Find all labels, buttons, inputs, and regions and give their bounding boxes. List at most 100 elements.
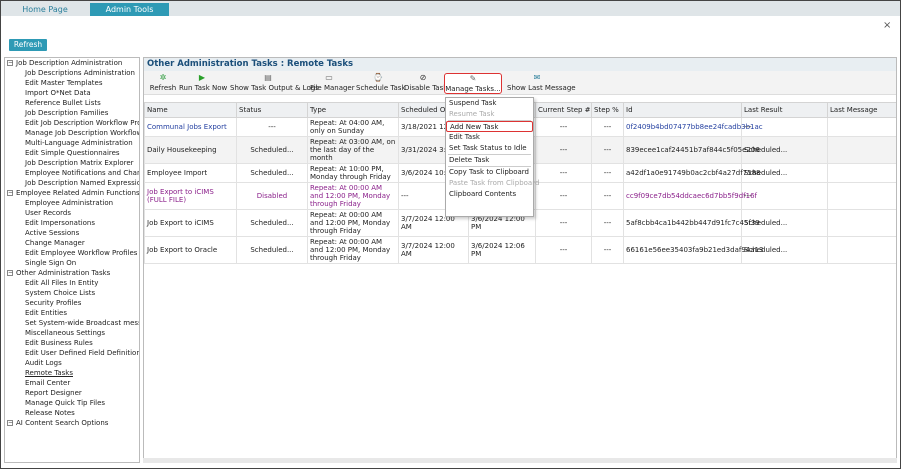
table-cell: 5af8cbb4ca1b442bb447d91fc7c45f39	[623, 209, 760, 237]
tab-admin-tools[interactable]: Admin Tools	[90, 3, 169, 16]
tree-item[interactable]: Single Sign On	[5, 258, 139, 268]
tree-item[interactable]: User Records	[5, 208, 139, 218]
play-icon: ▶	[198, 73, 206, 82]
column-header[interactable]: Type	[307, 102, 399, 118]
toolbar-button[interactable]: ✉ Show Last Message	[507, 73, 576, 94]
table-cell: ---	[591, 117, 624, 137]
toolbar-button-label: File Manager	[310, 84, 355, 92]
menu-item[interactable]: Edit Task	[446, 132, 533, 143]
menu-item[interactable]: Clipboard Contents	[446, 189, 533, 200]
table-cell: Daily Housekeeping	[144, 136, 237, 164]
tree-item[interactable]: Edit Impersonations	[5, 218, 139, 228]
table-cell	[827, 163, 896, 183]
tree-item[interactable]: Job Description Families	[5, 108, 139, 118]
disable-icon: ⊘	[419, 73, 427, 82]
refresh-icon: ✲	[159, 73, 167, 82]
table-cell: 3/6/2024 12:06 PM	[468, 236, 536, 264]
log-icon: ▤	[264, 73, 272, 82]
table-cell: Repeat: At 00:00 AM and 12:00 PM, Monday…	[307, 182, 399, 210]
collapse-toggle-icon[interactable]: −	[7, 420, 13, 426]
table-cell: ---	[591, 182, 624, 210]
column-header[interactable]: Last Message	[827, 102, 896, 118]
admin-tree: − Job Description Administration Job Descr…	[4, 57, 140, 463]
tree-item[interactable]: Edit Employee Workflow Profiles	[5, 248, 139, 258]
tree-item[interactable]: Edit Master Templates	[5, 78, 139, 88]
tree-item[interactable]: Edit Job Description Workflow Profiles	[5, 118, 139, 128]
column-header[interactable]: Id	[623, 102, 742, 118]
table-cell	[827, 236, 896, 264]
tree-item[interactable]: Manage Quick Tip Files	[5, 398, 139, 408]
table-cell: 3/7/2024 12:00 AM	[398, 236, 469, 264]
table-cell: Job Export to Oracle	[144, 236, 237, 264]
tree-item[interactable]: Job Description Matrix Explorer	[5, 158, 139, 168]
tree-item[interactable]: Set System-wide Broadcast message	[5, 318, 139, 328]
tree-item[interactable]: Job Description Named Expressions	[5, 178, 139, 188]
toolbar-button[interactable]: ⌚ Schedule Task	[356, 73, 406, 94]
tree-group-label: Employee Related Admin Functions	[16, 189, 140, 197]
tree-item[interactable]: Employee Notifications and Change	[5, 168, 139, 178]
message-icon: ✉	[533, 73, 541, 82]
collapse-toggle-icon[interactable]: −	[7, 190, 13, 196]
table-cell	[827, 136, 896, 164]
column-header[interactable]: Name	[144, 102, 237, 118]
refresh-button[interactable]: Refresh	[9, 39, 47, 51]
menu-item[interactable]: Delete Task	[446, 155, 533, 166]
tree-item[interactable]: Miscellaneous Settings	[5, 328, 139, 338]
tree-item[interactable]: Release Notes	[5, 408, 139, 418]
table-cell: ---	[535, 182, 592, 210]
tree-item[interactable]: Email Center	[5, 378, 139, 388]
tree-group[interactable]: − Employee Related Admin Functions	[5, 188, 139, 198]
tree-item[interactable]: Audit Logs	[5, 358, 139, 368]
table-cell: Scheduled...	[236, 236, 308, 264]
table-cell: ---	[535, 236, 592, 264]
menu-item[interactable]: Copy Task to Clipboard	[446, 167, 533, 178]
toolbar-button[interactable]: ▤ Show Task Output & Logs	[230, 73, 319, 94]
tree-group[interactable]: − Other Administration Tasks	[5, 268, 139, 278]
tree-item[interactable]: Multi-Language Administration	[5, 138, 139, 148]
toolbar-button-label: Run Task Now	[179, 84, 228, 92]
table-cell: 839ecee1caf24451b7af844c5f05e206	[623, 136, 760, 164]
tree-item[interactable]: Edit Entities	[5, 308, 139, 318]
column-header[interactable]: Last Result	[741, 102, 828, 118]
column-header[interactable]: Current Step #	[535, 102, 592, 118]
toolbar-button-label: Refresh	[149, 84, 177, 92]
collapse-toggle-icon[interactable]: −	[7, 270, 13, 276]
column-header[interactable]: Step %	[591, 102, 624, 118]
tree-item[interactable]: Job Descriptions Administration	[5, 68, 139, 78]
tree-item[interactable]: Reference Bullet Lists	[5, 98, 139, 108]
table-cell: Scheduled...	[236, 209, 308, 237]
tree-item[interactable]: Edit Business Rules	[5, 338, 139, 348]
toolbar-button[interactable]: ▶ Run Task Now	[179, 73, 228, 94]
tree-item[interactable]: Edit All Files In Entity	[5, 278, 139, 288]
collapse-toggle-icon[interactable]: −	[7, 60, 13, 66]
tree-item[interactable]: Employee Administration	[5, 198, 139, 208]
tree-item[interactable]: Security Profiles	[5, 298, 139, 308]
toolbar-button[interactable]: ✎ Manage Tasks...	[444, 73, 502, 94]
table-cell: 66161e56ee35403fa9b21ed3daf94a13	[623, 236, 763, 264]
table-cell: Repeat: At 03:00 AM, on the last day of …	[307, 136, 399, 164]
menu-item[interactable]: Add New Task	[446, 121, 533, 132]
table-cell: Scheduled...	[741, 236, 828, 264]
tree-item[interactable]: Active Sessions	[5, 228, 139, 238]
tree-item[interactable]: Change Manager	[5, 238, 139, 248]
menu-item[interactable]: Set Task Status to Idle	[446, 143, 533, 154]
tree-item[interactable]: Manage Job Description Workflows	[5, 128, 139, 138]
tree-item[interactable]: Edit User Defined Field Definitions	[5, 348, 139, 358]
toolbar-button[interactable]: ✲ Refresh	[148, 73, 178, 94]
tree-item[interactable]: Edit Simple Questionnaires	[5, 148, 139, 158]
tree-item[interactable]: System Choice Lists	[5, 288, 139, 298]
table-row[interactable]: Job Export to Oracle Scheduled... Repeat: …	[144, 236, 896, 264]
menu-item[interactable]: Suspend Task	[446, 98, 533, 109]
toolbar-button-label: Manage Tasks...	[445, 85, 501, 93]
tree-group[interactable]: − Job Description Administration	[5, 58, 139, 68]
horizontal-scrollbar[interactable]	[143, 458, 897, 463]
tab-home-page[interactable]: Home Page	[9, 3, 81, 16]
close-icon[interactable]: ×	[883, 20, 891, 31]
tree-group[interactable]: − AI Content Search Options	[5, 418, 139, 428]
toolbar-button[interactable]: ▭ File Manager	[310, 73, 355, 94]
toolbar-button[interactable]: ⊘ Disable Task	[404, 73, 447, 94]
tree-item[interactable]: Import O*Net Data	[5, 88, 139, 98]
tree-item[interactable]: Report Designer	[5, 388, 139, 398]
tree-item[interactable]: Remote Tasks	[5, 368, 139, 378]
column-header[interactable]: Status	[236, 102, 308, 118]
